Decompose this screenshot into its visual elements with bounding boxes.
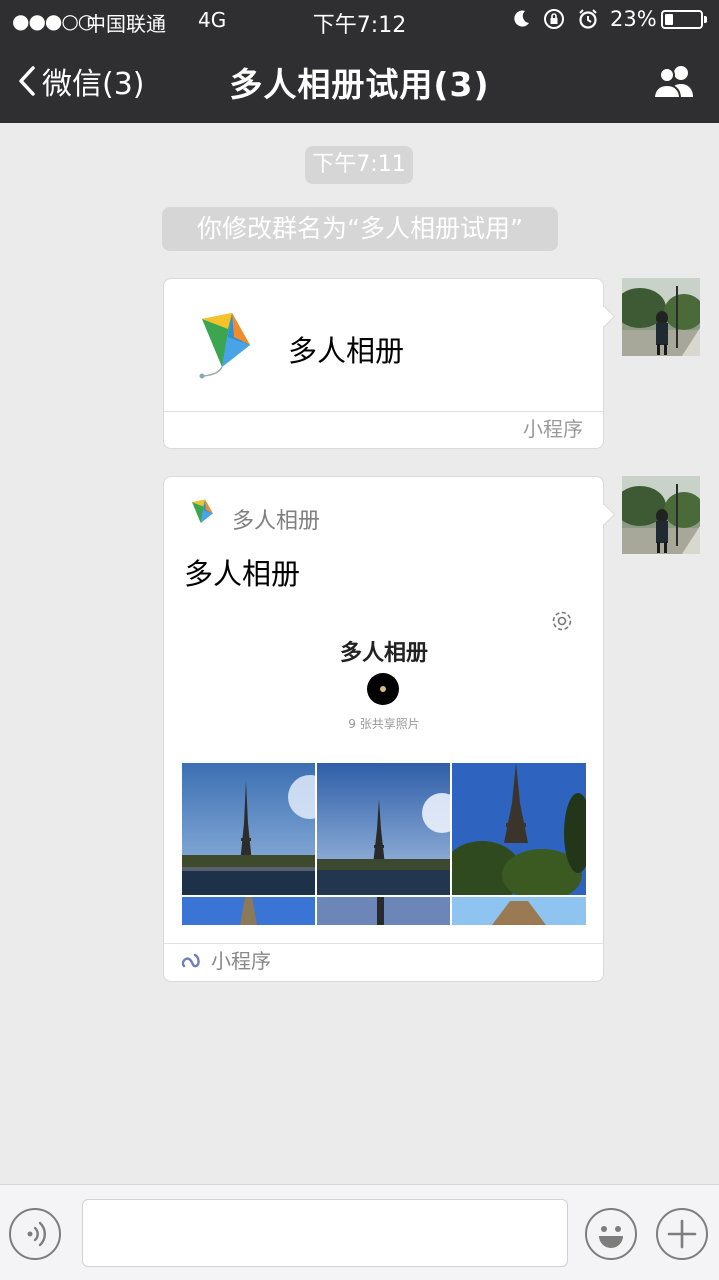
mini-program-tag: 小程序 bbox=[211, 949, 271, 973]
photo-thumbnail bbox=[317, 763, 450, 895]
people-icon bbox=[652, 66, 693, 99]
mini-program-tag: 小程序 bbox=[523, 417, 583, 441]
photo-thumbnail bbox=[452, 763, 586, 895]
avatar[interactable] bbox=[622, 278, 700, 356]
system-message: 你修改群名为“多人相册试用” bbox=[162, 207, 558, 251]
voice-button[interactable] bbox=[9, 1208, 61, 1260]
moon-icon bbox=[512, 8, 532, 33]
mini-program-link-icon bbox=[180, 948, 202, 974]
source-app-name: 多人相册 bbox=[232, 509, 321, 534]
status-bar: ●●●○○ 中国联通 4G 下午7:12 23% bbox=[0, 0, 719, 40]
chat-title: 多人相册试用(3) bbox=[229, 65, 490, 104]
rotation-lock-icon bbox=[543, 8, 565, 35]
message-input[interactable] bbox=[82, 1199, 568, 1267]
share-title: 多人相册 bbox=[184, 557, 301, 591]
emoji-button[interactable] bbox=[585, 1208, 637, 1260]
message-timestamp: 下午7:11 bbox=[305, 146, 413, 184]
shared-photo-count: 9 张共享照片 bbox=[348, 717, 420, 731]
group-info-button[interactable] bbox=[651, 64, 697, 102]
nav-bar: 微信(3) 多人相册试用(3) bbox=[0, 40, 719, 123]
mini-program-share-card[interactable]: 多人相册 多人相册 多人相册 9 张共享照片 小程序 bbox=[163, 476, 604, 982]
photo-thumbnail bbox=[182, 763, 315, 895]
mini-program-card[interactable]: 多人相册 小程序 bbox=[163, 278, 604, 449]
photo-thumbnail bbox=[317, 897, 450, 925]
alarm-icon bbox=[577, 8, 599, 35]
photo-thumbnail bbox=[452, 897, 586, 925]
plus-icon bbox=[667, 1219, 697, 1249]
chat-input-bar bbox=[0, 1184, 719, 1280]
album-avatar bbox=[367, 673, 399, 705]
album-title: 多人相册 bbox=[339, 641, 428, 666]
card-divider bbox=[164, 411, 603, 412]
gear-icon bbox=[550, 609, 574, 637]
emoji-icon bbox=[599, 1226, 623, 1248]
battery-icon bbox=[661, 10, 707, 29]
top-bar: ●●●○○ 中国联通 4G 下午7:12 23% 微信(3) 多人相册试用(3) bbox=[0, 0, 719, 123]
voice-icon bbox=[27, 1221, 46, 1247]
photo-thumbnail bbox=[182, 897, 315, 925]
mini-program-name: 多人相册 bbox=[288, 334, 405, 368]
kite-logo-icon bbox=[194, 307, 256, 385]
more-button[interactable] bbox=[656, 1208, 708, 1260]
card-divider bbox=[164, 943, 603, 944]
avatar[interactable] bbox=[622, 476, 700, 554]
share-preview: 多人相册 9 张共享照片 bbox=[182, 599, 586, 925]
battery-percentage: 23% bbox=[610, 7, 657, 31]
kite-logo-icon bbox=[188, 497, 216, 533]
